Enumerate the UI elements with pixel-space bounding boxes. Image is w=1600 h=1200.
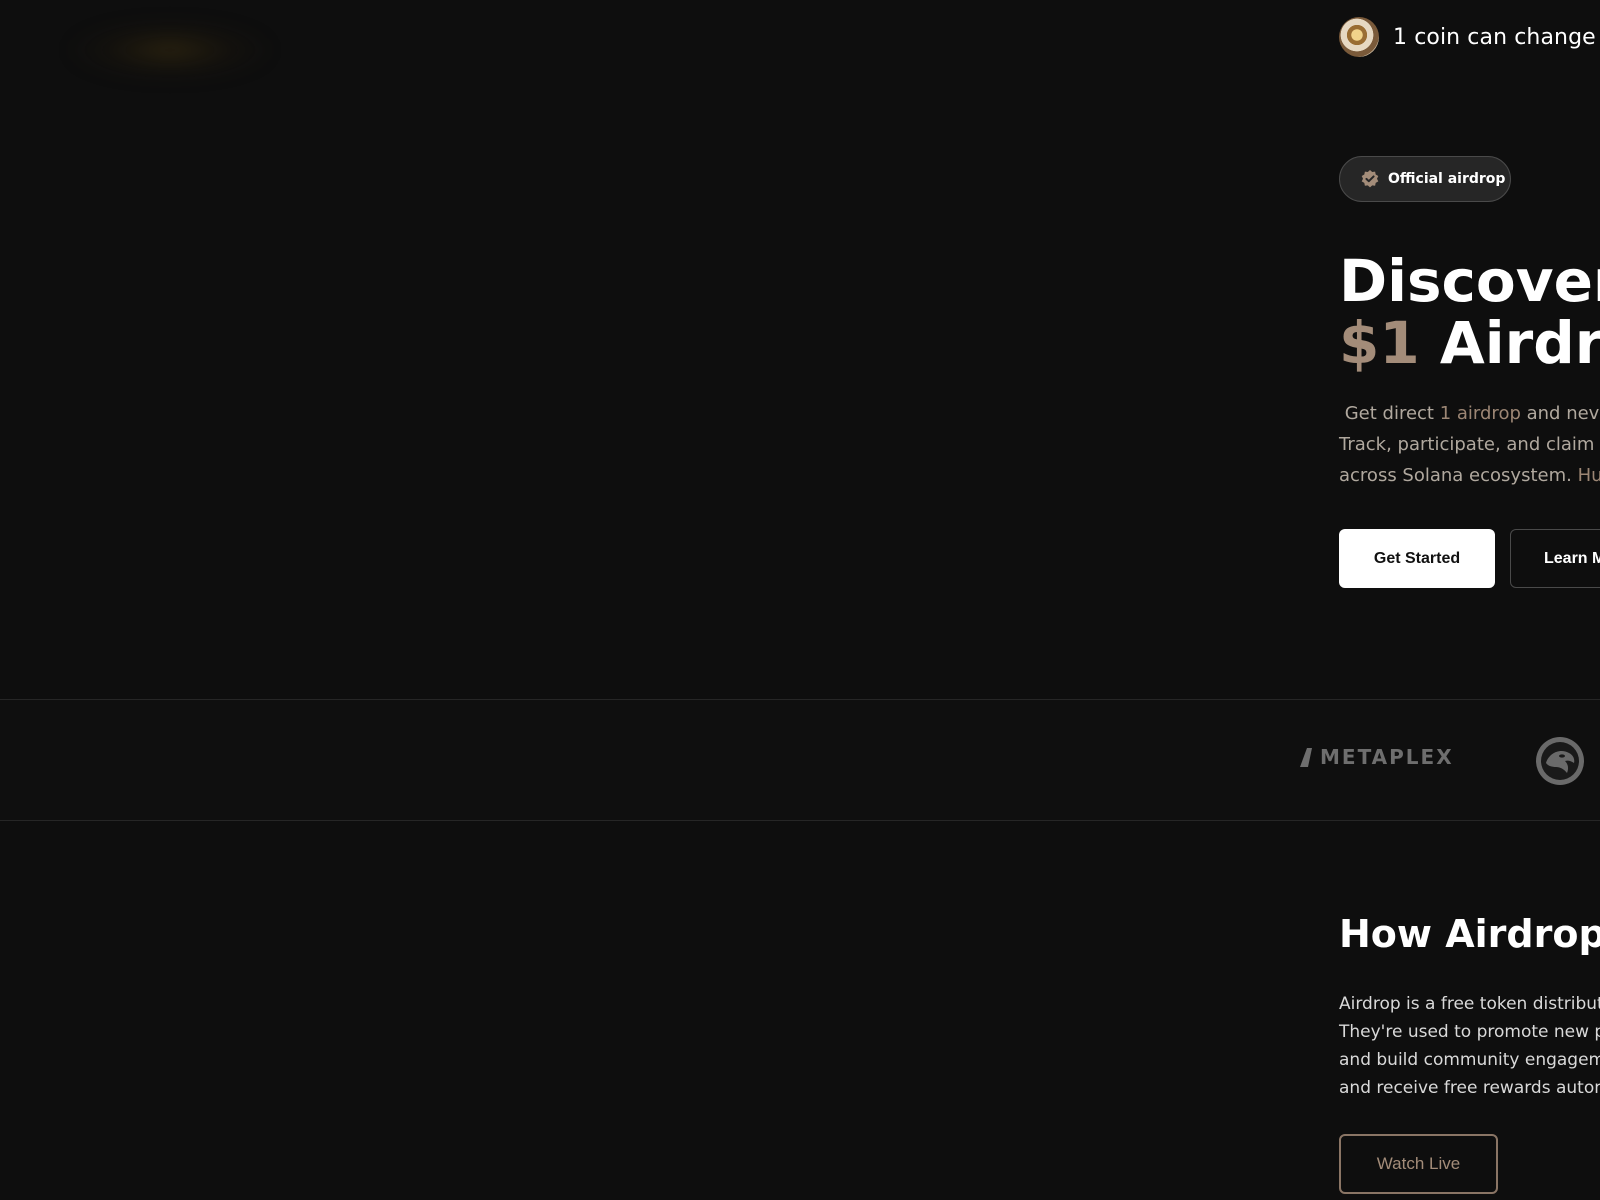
hero-desc-line1-suffix: and never [1526,403,1600,424]
hero-title: Discover E $1 Airdrop [1339,250,1600,374]
hero-desc-line1-prefix: Get direct [1339,403,1440,424]
how-desc-line-2: They're used to promote new pro [1339,1022,1600,1042]
hero-title-price: $1 [1339,309,1420,377]
how-desc-line-4: and receive free rewards automa [1339,1078,1600,1098]
top-promo-text: 1 coin can change y [1393,24,1600,50]
how-desc-line-1: Airdrop is a free token distributio [1339,994,1600,1014]
hero-title-line2: Airdrop [1439,309,1600,377]
how-it-works-title: How Airdrop V [1339,912,1600,956]
how-desc-line-3: and build community engagemen [1339,1050,1600,1070]
verified-badge-icon [1361,170,1379,188]
metaplex-label: METAPLEX [1320,745,1454,769]
badge-label: Official airdrop [1388,171,1506,187]
coin-avatar [1339,17,1379,57]
learn-more-button[interactable]: Learn M [1510,529,1600,588]
orca-icon[interactable] [1535,736,1585,786]
watch-live-button[interactable]: Watch Live [1339,1134,1498,1194]
top-promo[interactable]: 1 coin can change y [1339,17,1600,57]
official-airdrop-badge: Official airdrop [1339,156,1511,202]
hero-desc-accent: 1 airdrop [1439,403,1521,424]
partner-metaplex[interactable]: METAPLEX [1300,745,1454,769]
page: 1 coin can change y Official airdrop Dis… [0,0,1600,1200]
hero-desc-line3-accent: Hu [1577,465,1600,486]
partners-strip: METAPLEX [0,699,1600,821]
hero-desc-line3-prefix: across Solana ecosystem. [1339,465,1578,486]
logo-glow [70,20,270,80]
hero-title-line1: Discover E [1339,247,1600,315]
hero-description: Get direct 1 airdrop and never Track, pa… [1339,398,1600,491]
get-started-button[interactable]: Get Started [1339,529,1495,588]
metaplex-icon [1300,748,1312,767]
hero-desc-line2: Track, participate, and claim a [1339,434,1600,455]
how-it-works-description: Airdrop is a free token distributio They… [1339,990,1600,1102]
